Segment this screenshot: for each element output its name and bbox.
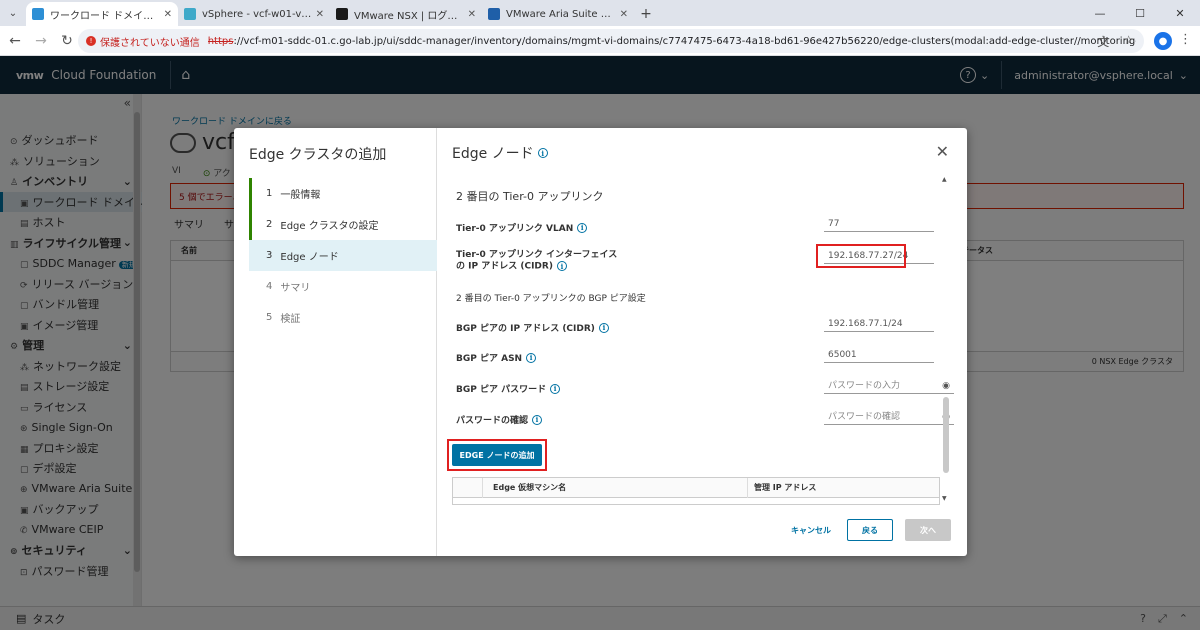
highlight-box xyxy=(447,439,547,471)
info-icon[interactable]: i xyxy=(556,261,567,271)
wizard-steps: 1 一般情報 2 Edge クラスタの設定 3 Edge ノード 4 サマリ 5 検証 xyxy=(249,178,437,333)
step-label: Edge クラスタの設定 xyxy=(280,221,379,232)
browser-tab[interactable]: VMware NSX | ログイン ✕ xyxy=(330,2,482,26)
step-number: 2 xyxy=(266,219,273,230)
step-number: 3 xyxy=(266,250,273,261)
scroll-down-icon[interactable]: ▼ xyxy=(942,495,947,502)
maximize-icon[interactable]: ☐ xyxy=(1120,0,1160,26)
scroll-up-icon[interactable]: ▲ xyxy=(942,176,947,183)
tab-title: ワークロード ドメイン - サービス xyxy=(50,10,160,22)
info-icon[interactable]: i xyxy=(577,222,588,233)
close-icon[interactable]: ✕ xyxy=(936,142,949,161)
col-mgmt-ip[interactable]: 管理 IP アドレス xyxy=(747,477,816,498)
bgp-asn-label: BGP ピア ASN i xyxy=(456,351,537,364)
info-icon[interactable]: i xyxy=(550,383,561,394)
tab-list: ワークロード ドメイン - サービス✕vSphere - vcf-w01-vcf… xyxy=(26,2,634,26)
iface-cidr-label: Tier-0 アップリンク インターフェイスの IP アドレス (CIDR) i xyxy=(456,250,618,272)
vlan-input[interactable]: 77 xyxy=(824,216,934,232)
close-tab-icon[interactable]: ✕ xyxy=(164,9,172,20)
step-label: 検証 xyxy=(280,314,301,325)
minimize-icon[interactable]: — xyxy=(1080,0,1120,26)
password-confirm-input[interactable]: パスワードの確認◉ xyxy=(824,409,954,425)
cancel-button[interactable]: キャンセル xyxy=(787,525,835,536)
address-bar-row: ← → ↻ ! 保護されていない通信 https://vcf-m01-sddc-0… xyxy=(0,26,1200,56)
step-number: 5 xyxy=(266,312,273,323)
reload-icon[interactable]: ↻ xyxy=(54,33,80,49)
step-number: 4 xyxy=(266,281,273,292)
profile-avatar[interactable]: ● xyxy=(1154,32,1172,50)
favicon-icon xyxy=(32,8,44,20)
window-controls: — ☐ ✕ xyxy=(1080,0,1200,26)
bookmark-star-icon[interactable]: ☆ xyxy=(1123,33,1134,50)
wizard-content: Edge ノード i ✕ 2 番目の Tier-0 アップリンク Tier-0 … xyxy=(438,128,967,556)
page-header: Edge ノード i xyxy=(452,143,548,163)
close-tab-icon[interactable]: ✕ xyxy=(620,9,628,20)
highlight-box xyxy=(816,244,906,268)
close-tab-icon[interactable]: ✕ xyxy=(316,9,324,20)
step-number: 1 xyxy=(266,188,273,199)
wizard-step[interactable]: 1 一般情報 xyxy=(249,178,437,209)
url-text: https://vcf-m01-sddc-01.c.go-lab.jp/ui/s… xyxy=(207,35,1136,47)
step-label: サマリ xyxy=(280,283,311,294)
info-icon[interactable]: i xyxy=(532,414,543,425)
step-label: Edge ノード xyxy=(280,252,339,263)
content-scrollbar-thumb[interactable] xyxy=(943,397,949,473)
info-icon[interactable]: i xyxy=(537,148,548,158)
bgp-ip-label: BGP ピアの IP アドレス (CIDR) i xyxy=(456,321,609,334)
edge-node-grid: Edge 仮想マシン名 管理 IP アドレス xyxy=(452,477,940,505)
url-input[interactable]: ! 保護されていない通信 https://vcf-m01-sddc-01.c.go… xyxy=(78,29,1144,53)
warning-icon: ! xyxy=(86,36,96,46)
col-vm-name[interactable]: Edge 仮想マシン名 xyxy=(493,482,566,493)
tab-title: vSphere - vcf-w01-vcf-w01-cl01 xyxy=(202,8,312,20)
bgp-password-input[interactable]: パスワードの入力 ◉ xyxy=(824,378,954,394)
close-window-icon[interactable]: ✕ xyxy=(1160,0,1200,26)
close-tab-icon[interactable]: ✕ xyxy=(468,9,476,20)
wizard-footer: キャンセル 戻る 次へ xyxy=(787,519,951,541)
browser-menu-icon[interactable]: ⋮ xyxy=(1179,32,1192,47)
browser-tab[interactable]: ワークロード ドメイン - サービス ✕ xyxy=(26,2,178,26)
wizard-step[interactable]: 4 サマリ xyxy=(249,271,437,302)
tab-title: VMware Aria Suite Lifecycle xyxy=(506,8,616,20)
new-tab-button[interactable]: + xyxy=(634,2,658,26)
password-confirm-label: パスワードの確認 i xyxy=(456,413,543,426)
section-title: 2 番目の Tier-0 アップリンク xyxy=(456,190,604,203)
add-edge-cluster-modal: Edge クラスタの追加 1 一般情報 2 Edge クラスタの設定 3 Edge ノード… xyxy=(234,128,967,556)
edge-grid-header: Edge 仮想マシン名 管理 IP アドレス xyxy=(453,477,939,498)
next-button[interactable]: 次へ xyxy=(905,519,951,541)
browser-tab[interactable]: VMware Aria Suite Lifecycle ✕ xyxy=(482,2,634,26)
wizard-step[interactable]: 5 検証 xyxy=(249,302,437,333)
bgp-asn-input[interactable]: 65001 xyxy=(824,347,934,363)
omni-actions: 文 ☆ xyxy=(1097,33,1134,50)
wizard-sidebar: Edge クラスタの追加 1 一般情報 2 Edge クラスタの設定 3 Edge ノード… xyxy=(234,128,437,556)
bgp-password-label: BGP ピア パスワード i xyxy=(456,382,561,395)
favicon-icon xyxy=(336,8,348,20)
tab-title: VMware NSX | ログイン xyxy=(354,10,464,22)
back-button[interactable]: 戻る xyxy=(847,519,893,541)
info-icon[interactable]: i xyxy=(598,322,609,333)
bgp-ip-input[interactable]: 192.168.77.1/24 xyxy=(824,316,934,332)
back-arrow-icon[interactable]: ← xyxy=(2,33,28,49)
step-label: 一般情報 xyxy=(280,190,321,201)
tab-search-chevron-icon[interactable]: ⌄ xyxy=(0,0,26,26)
vlan-label: Tier-0 アップリンク VLAN i xyxy=(456,221,588,234)
favicon-icon xyxy=(184,8,196,20)
translate-icon[interactable]: 文 xyxy=(1097,33,1109,50)
wizard-step[interactable]: 3 Edge ノード xyxy=(249,240,437,271)
not-secure-badge[interactable]: ! 保護されていない通信 xyxy=(86,34,200,49)
wizard-step[interactable]: 2 Edge クラスタの設定 xyxy=(249,209,437,240)
browser-tabstrip: ⌄ ワークロード ドメイン - サービス✕vSphere - vcf-w01-v… xyxy=(0,0,1200,26)
bgp-section-title: 2 番目の Tier-0 アップリンクの BGP ピア設定 xyxy=(456,294,646,304)
browser-tab[interactable]: vSphere - vcf-w01-vcf-w01-cl01 ✕ xyxy=(178,2,330,26)
favicon-icon xyxy=(488,8,500,20)
forward-arrow-icon[interactable]: → xyxy=(28,33,54,49)
content-scrollbar[interactable]: ▲ ▼ xyxy=(941,176,951,502)
wizard-title: Edge クラスタの追加 xyxy=(249,147,387,163)
info-icon[interactable]: i xyxy=(526,352,537,363)
